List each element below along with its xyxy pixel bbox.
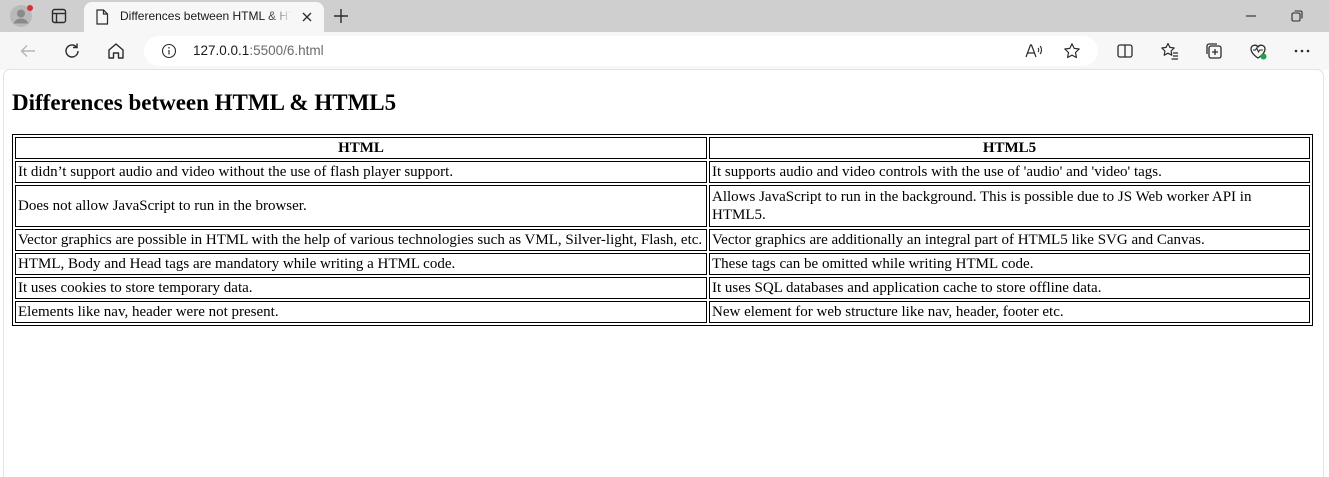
page-viewport: Differences between HTML & HTML5 HTML HT… [4, 70, 1323, 477]
more-icon[interactable] [1292, 41, 1312, 61]
notification-dot [27, 5, 33, 11]
profile-icon[interactable] [10, 5, 33, 27]
cell-html5: Vector graphics are additionally an inte… [709, 229, 1310, 251]
column-header-html5: HTML5 [709, 137, 1310, 159]
split-screen-icon[interactable] [1115, 41, 1135, 61]
home-icon[interactable] [106, 41, 126, 61]
url-host: 127.0.0.1 [193, 43, 250, 58]
tab-actions-icon[interactable] [50, 7, 68, 25]
cell-html: Vector graphics are possible in HTML wit… [15, 229, 707, 251]
cell-html: Does not allow JavaScript to run in the … [15, 185, 707, 227]
read-aloud-icon[interactable] [1024, 42, 1044, 60]
cell-html: It didn’t support audio and video withou… [15, 161, 707, 183]
cell-html: Elements like nav, header were not prese… [15, 301, 707, 323]
comparison-table: HTML HTML5 It didn’t support audio and v… [12, 134, 1313, 326]
active-tab[interactable]: Differences between HTML & HTML5 [84, 2, 324, 32]
tab-strip: Differences between HTML & HTML5 [0, 0, 1329, 32]
table-header-row: HTML HTML5 [15, 137, 1310, 159]
table-row: Does not allow JavaScript to run in the … [15, 185, 1310, 227]
table-row: Elements like nav, header were not prese… [15, 301, 1310, 323]
maximize-icon[interactable] [1289, 8, 1305, 24]
cell-html: It uses cookies to store temporary data. [15, 277, 707, 299]
table-row: It didn’t support audio and video withou… [15, 161, 1310, 183]
back-icon[interactable] [18, 41, 38, 61]
favorites-icon[interactable] [1160, 41, 1180, 61]
address-bar[interactable]: 127.0.0.1:5500/6.html [144, 36, 1098, 66]
cell-html5: It supports audio and video controls wit… [709, 161, 1310, 183]
table-row: HTML, Body and Head tags are mandatory w… [15, 253, 1310, 275]
column-header-html: HTML [15, 137, 707, 159]
page-content: Differences between HTML & HTML5 HTML HT… [12, 70, 1315, 326]
cell-html5: It uses SQL databases and application ca… [709, 277, 1310, 299]
info-icon[interactable] [161, 43, 177, 59]
table-row: Vector graphics are possible in HTML wit… [15, 229, 1310, 251]
tab-title: Differences between HTML & HTML5 [120, 9, 292, 23]
refresh-icon[interactable] [62, 41, 82, 61]
cell-html5: New element for web structure like nav, … [709, 301, 1310, 323]
new-tab-icon[interactable] [332, 7, 350, 25]
cell-html5: These tags can be omitted while writing … [709, 253, 1310, 275]
table-row: It uses cookies to store temporary data.… [15, 277, 1310, 299]
cell-html5: Allows JavaScript to run in the backgrou… [709, 185, 1310, 227]
page-icon [95, 9, 109, 25]
url-path: :5500/6.html [249, 43, 324, 58]
collections-icon[interactable] [1204, 41, 1224, 61]
close-icon[interactable] [300, 10, 314, 24]
page-heading: Differences between HTML & HTML5 [12, 90, 397, 115]
url-text[interactable]: 127.0.0.1:5500/6.html [193, 43, 324, 58]
cell-html: HTML, Body and Head tags are mandatory w… [15, 253, 707, 275]
browser-toolbar: 127.0.0.1:5500/6.html [0, 32, 1329, 70]
browser-essentials-icon[interactable] [1248, 41, 1268, 61]
favorite-icon[interactable] [1063, 42, 1081, 60]
minimize-icon[interactable] [1243, 8, 1259, 24]
